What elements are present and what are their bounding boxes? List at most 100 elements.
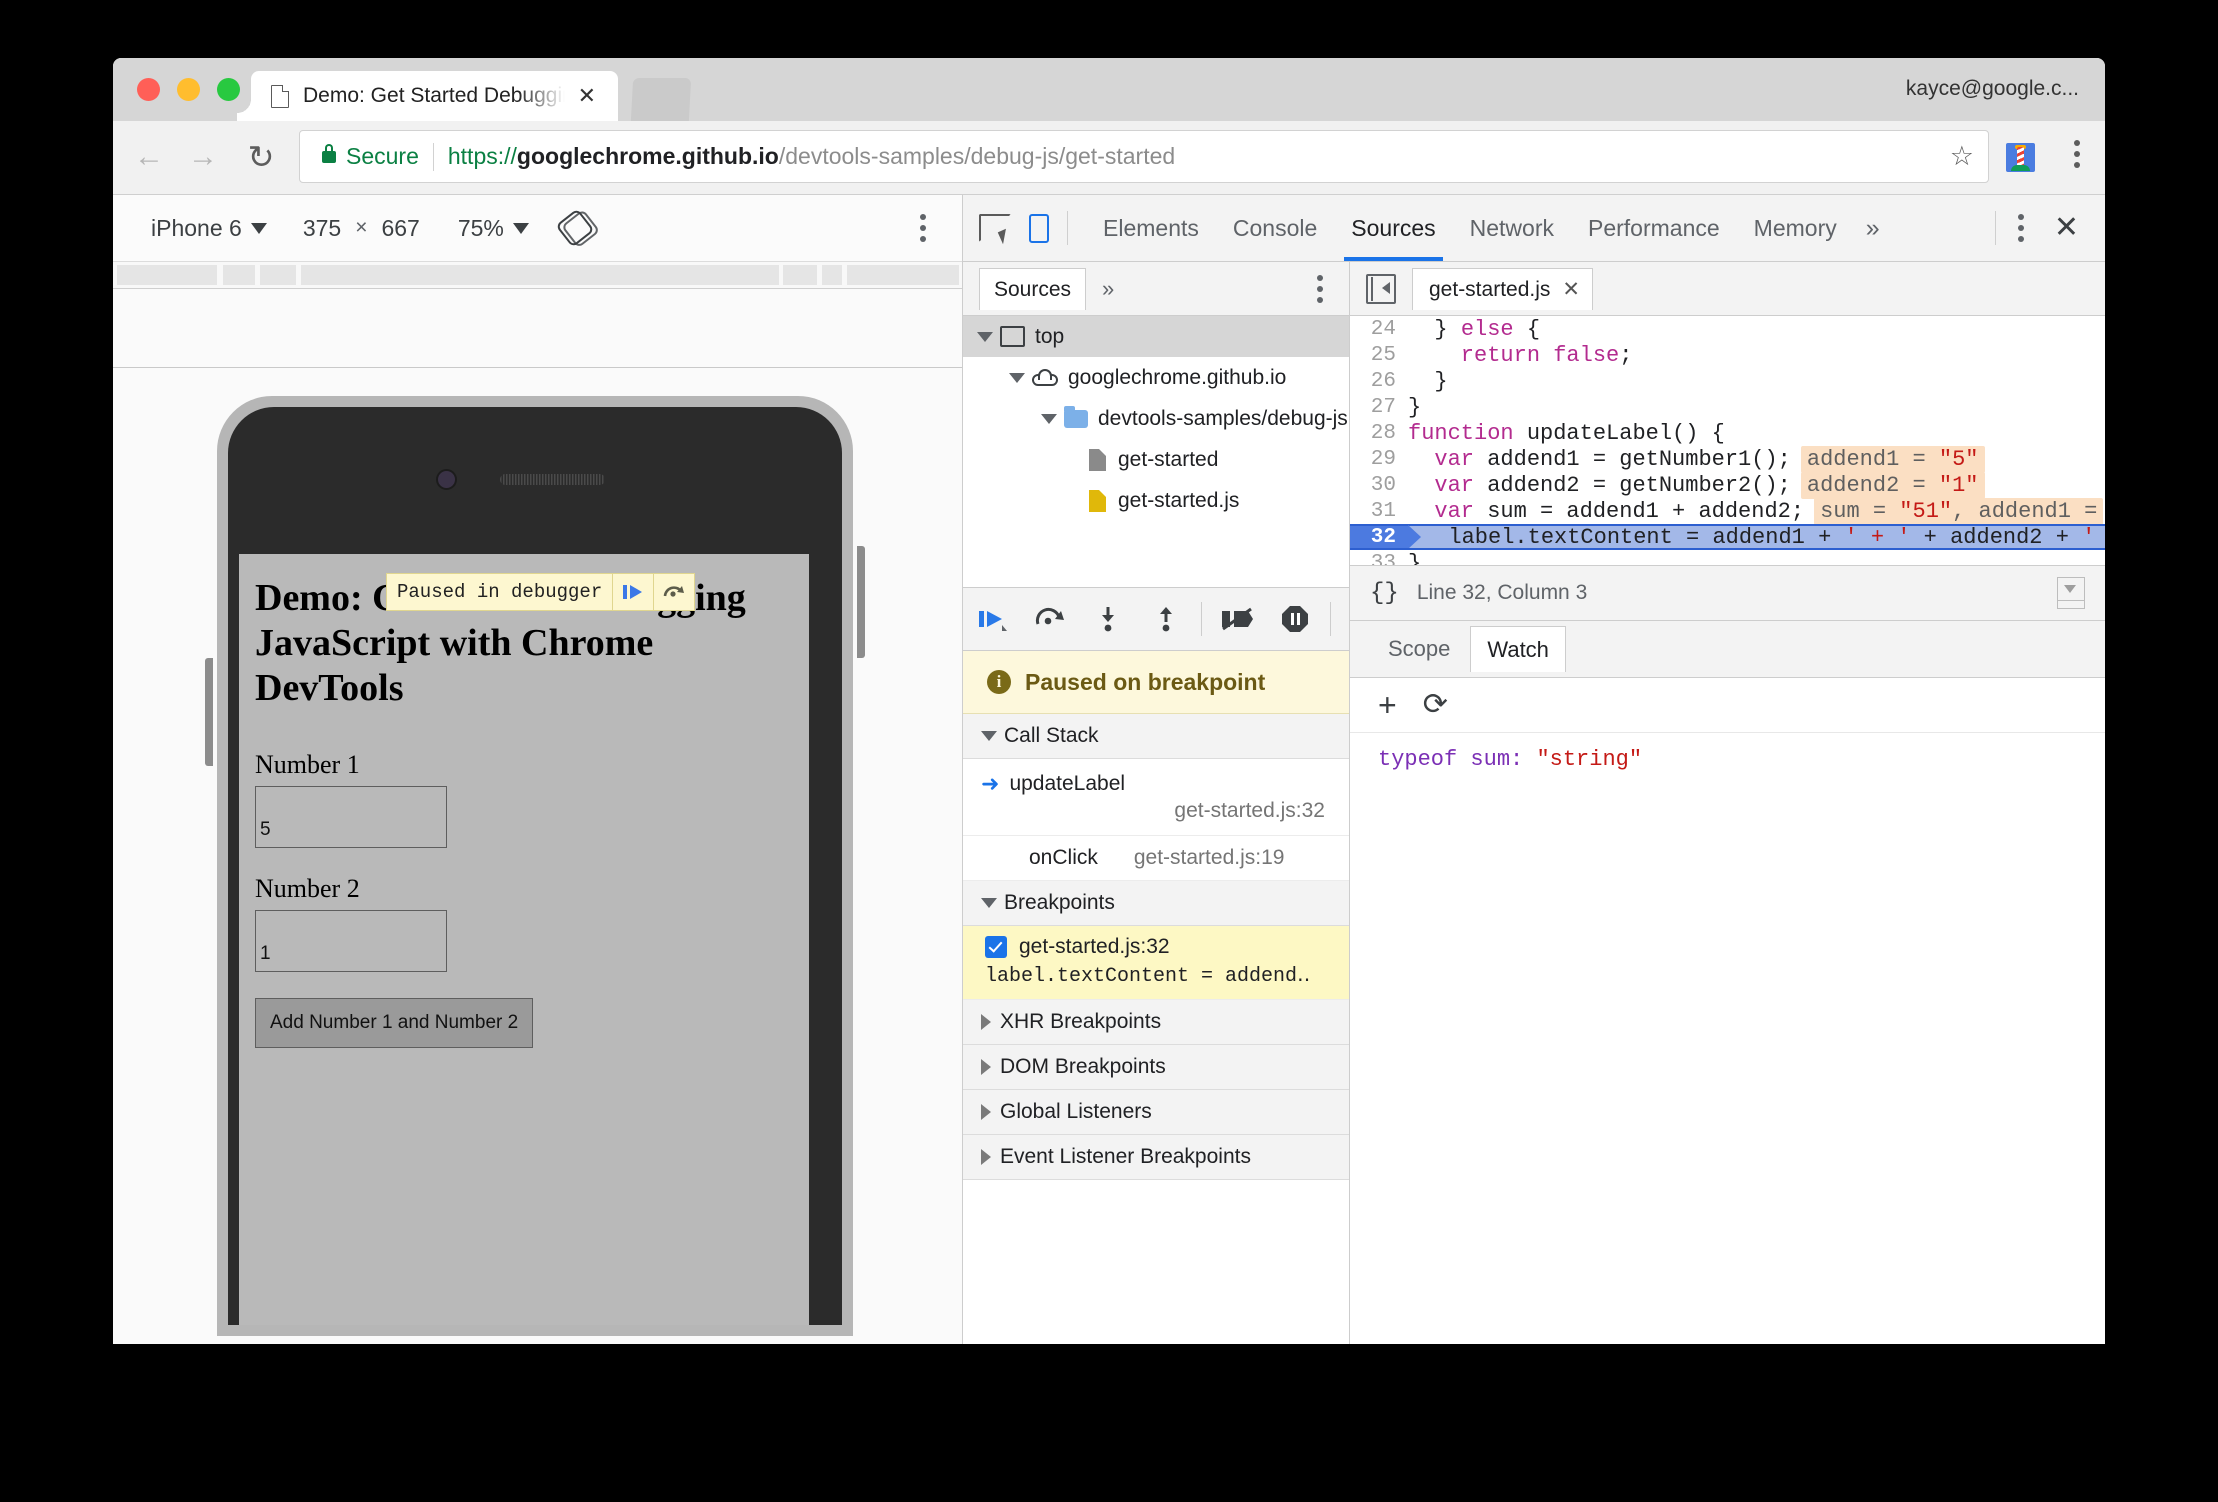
code-line: 31 var sum = addend1 + addend2; sum = "5… (1350, 497, 2105, 525)
line-number: 30 (1370, 473, 1396, 497)
collapse-navigator-icon[interactable] (1366, 273, 1396, 304)
step-out-button[interactable] (1137, 588, 1195, 650)
pretty-print-icon[interactable]: {} (1370, 580, 1399, 607)
line-number: 27 (1370, 395, 1396, 419)
event-listener-breakpoints-header[interactable]: Event Listener Breakpoints (963, 1135, 1349, 1180)
step-over-button[interactable] (1021, 588, 1079, 650)
account-label[interactable]: kayce@google.c... (1906, 77, 2079, 101)
tab-elements[interactable]: Elements (1086, 195, 1216, 261)
add-watch-expression-icon[interactable]: + (1378, 689, 1397, 721)
chevron-down-icon (981, 731, 997, 741)
current-frame-arrow-icon: ➜ (981, 771, 1000, 796)
pause-on-exceptions-button[interactable] (1266, 588, 1324, 650)
chevron-right-icon (981, 1059, 991, 1075)
zoom-selector[interactable]: 75% (458, 215, 529, 242)
code-line: 33 } (1350, 550, 2105, 566)
breakpoints-header[interactable]: Breakpoints (963, 881, 1349, 926)
viewport-width-input[interactable]: 375 (303, 215, 341, 242)
divider (1330, 602, 1331, 636)
xhr-breakpoints-header[interactable]: XHR Breakpoints (963, 1000, 1349, 1045)
editor-tab-get-started-js[interactable]: get-started.js ✕ (1412, 267, 1593, 310)
tab-network[interactable]: Network (1453, 195, 1571, 261)
minimize-window-button[interactable] (177, 78, 200, 101)
step-into-button[interactable] (1079, 588, 1137, 650)
code-editor[interactable]: 24 } else { 25 return false; 26 } 27} 2… (1350, 316, 2105, 565)
navigator-more-icon[interactable]: » (1102, 276, 1114, 302)
overlay-step-over-button[interactable] (653, 574, 694, 610)
refresh-watch-icon[interactable]: ⟳ (1423, 690, 1448, 720)
tree-item-get-started[interactable]: get-started (963, 439, 1349, 480)
back-icon[interactable]: ← (129, 137, 169, 177)
paused-in-debugger-text: Paused in debugger (397, 581, 603, 603)
section-title: Call Stack (1004, 724, 1099, 747)
bookmark-star-icon[interactable]: ☆ (1950, 141, 1974, 172)
close-window-button[interactable] (137, 78, 160, 101)
rotate-icon[interactable] (555, 208, 601, 249)
breakpoint-row[interactable]: get-started.js:32 label.textContent = ad… (963, 926, 1349, 1000)
step-out-icon (1160, 607, 1172, 632)
more-tabs-icon[interactable]: » (1866, 214, 1880, 243)
call-stack-row-onclick[interactable]: onClick get-started.js:19 (963, 836, 1349, 881)
devtools-tabbar: Elements Console Sources Network Perform… (963, 195, 2105, 262)
global-listeners-header[interactable]: Global Listeners (963, 1090, 1349, 1135)
code-line: 26 } (1350, 368, 2105, 394)
devtools-menu-icon[interactable] (2017, 214, 2024, 242)
address-bar[interactable]: Secure https://googlechrome.github.io/de… (299, 130, 1989, 183)
emulated-viewport[interactable]: Paused in debugger Demo: Get Started Deb… (239, 554, 809, 1325)
device-toolbar-menu-icon[interactable] (920, 214, 926, 242)
forward-icon[interactable]: → (183, 137, 223, 177)
tree-item-label: get-started (1118, 447, 1219, 471)
number2-input[interactable]: 1 (255, 910, 447, 973)
code-line: 29 var addend1 = getNumber1(); addend1 =… (1350, 445, 2105, 473)
browser-tab-active[interactable]: Demo: Get Started Debugging JavaScript w… (237, 71, 618, 121)
tab-memory[interactable]: Memory (1737, 195, 1854, 261)
close-devtools-icon[interactable]: ✕ (2054, 213, 2079, 243)
phone-speaker (500, 474, 605, 485)
navigator-tab-sources[interactable]: Sources (979, 267, 1087, 310)
new-tab-button[interactable] (630, 78, 692, 121)
dom-breakpoints-header[interactable]: DOM Breakpoints (963, 1045, 1349, 1090)
device-selector[interactable]: iPhone 6 (151, 215, 267, 242)
reload-icon[interactable]: ↻ (241, 137, 281, 177)
lighthouse-base (2011, 165, 2030, 171)
tree-item-folder[interactable]: devtools-samples/debug-js (963, 398, 1349, 439)
javascript-file-icon (1089, 489, 1106, 512)
tab-scope[interactable]: Scope (1372, 627, 1466, 671)
close-icon[interactable]: ✕ (1562, 269, 1580, 310)
toggle-device-toolbar-icon[interactable] (1029, 213, 1049, 243)
section-title: Global Listeners (1000, 1100, 1152, 1123)
tab-sources[interactable]: Sources (1334, 195, 1452, 261)
tab-watch[interactable]: Watch (1470, 626, 1566, 672)
phone-power-button (857, 546, 865, 658)
tree-item-get-started-js[interactable]: get-started.js (963, 480, 1349, 521)
tab-performance[interactable]: Performance (1571, 195, 1737, 261)
tree-item-domain[interactable]: googlechrome.github.io (963, 357, 1349, 398)
lighthouse-extension-icon[interactable] (2006, 143, 2035, 172)
number1-input[interactable]: 5 (255, 786, 447, 849)
navigator-menu-icon[interactable] (1317, 274, 1323, 303)
call-stack-row-updatelabel[interactable]: ➜ updateLabel get-started.js:32 (963, 759, 1349, 836)
chrome-menu-icon[interactable] (2073, 140, 2081, 168)
editor-options-icon[interactable] (2057, 577, 2085, 609)
inspect-element-icon[interactable] (979, 214, 1012, 245)
breakpoint-checkbox[interactable] (985, 936, 1007, 958)
phone-volume-button (205, 658, 213, 766)
viewport-height-input[interactable]: 667 (381, 215, 419, 242)
call-stack-header[interactable]: Call Stack (963, 714, 1349, 759)
watch-toolbar: + ⟳ (1350, 678, 2105, 733)
tree-item-top[interactable]: top (963, 316, 1349, 357)
add-numbers-button[interactable]: Add Number 1 and Number 2 (255, 998, 534, 1049)
resume-button[interactable] (963, 588, 1021, 650)
watch-expression-row[interactable]: typeof sum: "string" (1378, 747, 2105, 772)
url-scheme: https:// (447, 143, 517, 169)
ruler-segment (822, 265, 842, 285)
overlay-resume-button[interactable] (612, 574, 653, 610)
close-icon[interactable]: ✕ (578, 85, 596, 107)
maximize-window-button[interactable] (217, 78, 240, 101)
deactivate-breakpoints-button[interactable] (1208, 588, 1266, 650)
chevron-down-icon (250, 222, 267, 234)
viewport-dimensions: 375 × 667 (303, 215, 420, 242)
section-title: Breakpoints (1004, 891, 1115, 914)
debugger-toolbar (963, 587, 1349, 651)
tab-console[interactable]: Console (1216, 195, 1334, 261)
